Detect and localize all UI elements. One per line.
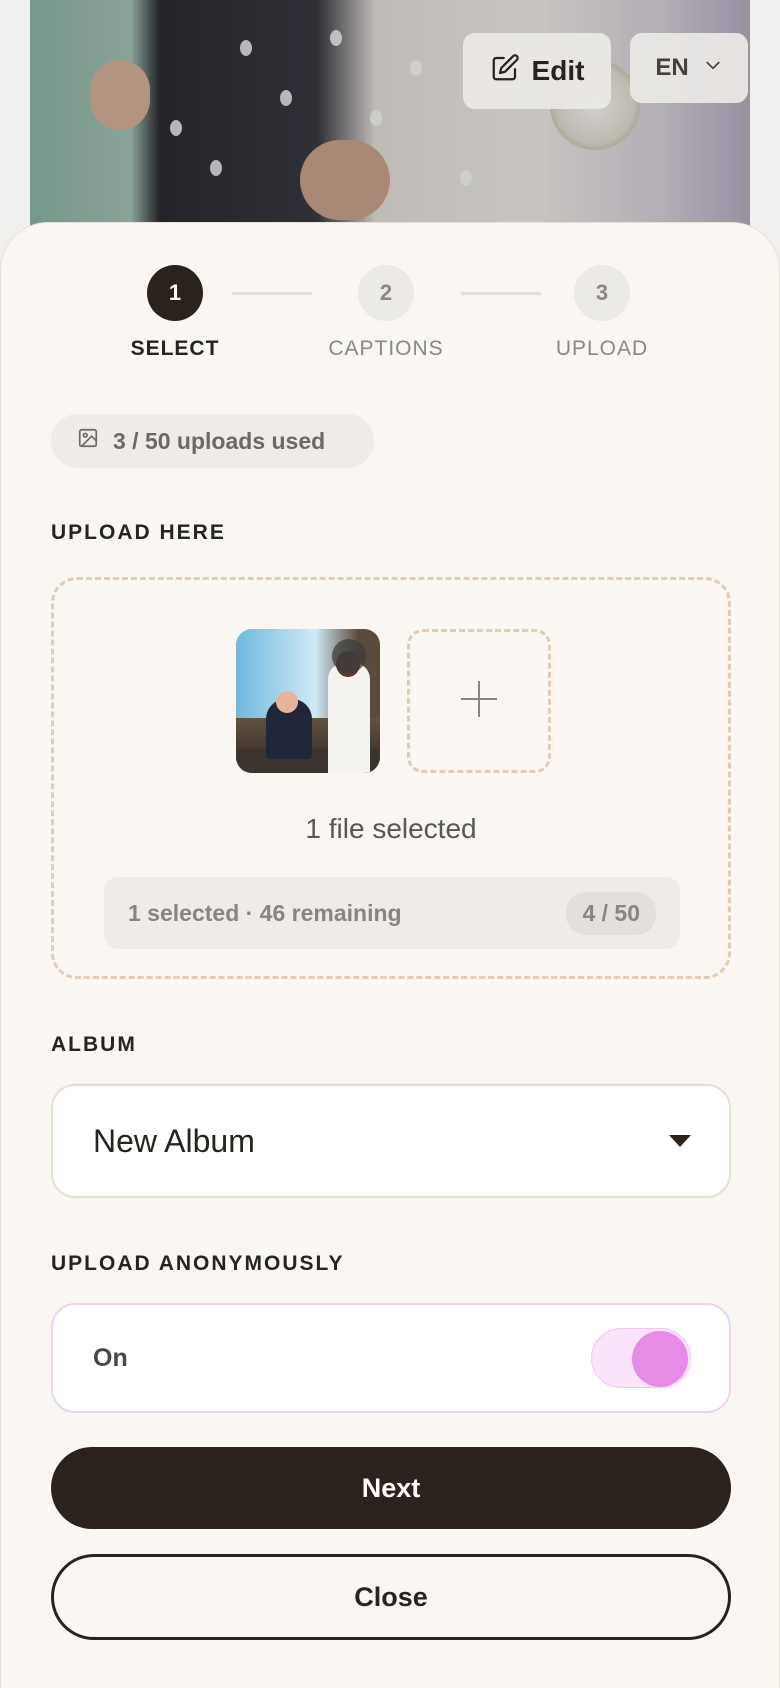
- caret-down-icon: [669, 1135, 691, 1147]
- step-3-indicator: 3: [574, 265, 630, 321]
- language-selector[interactable]: EN: [630, 33, 748, 103]
- step-number: 2: [379, 280, 393, 305]
- remaining-text: 1 selected · 46 remaining: [128, 899, 402, 926]
- close-button[interactable]: Close: [51, 1554, 731, 1640]
- step-1-label: SELECT: [130, 337, 220, 360]
- step-1-indicator: 1: [147, 265, 203, 321]
- step-3-label: UPLOAD: [555, 337, 649, 360]
- toggle-knob: [632, 1331, 688, 1387]
- anonymous-section-label: UPLOAD ANONYMOUSLY: [51, 1252, 345, 1275]
- selected-photo-thumbnail[interactable]: [236, 629, 380, 773]
- image-icon: [77, 427, 99, 455]
- add-photo-button[interactable]: [407, 629, 551, 773]
- plus-icon: [459, 679, 499, 723]
- uploads-used-badge: 3 / 50 uploads used: [51, 414, 374, 468]
- next-button[interactable]: Next: [51, 1447, 731, 1529]
- album-section-label: ALBUM: [51, 1033, 137, 1056]
- edit-icon: [490, 53, 520, 90]
- chevron-down-icon: [703, 54, 723, 82]
- upload-sheet: 1 2 3 SELECT CAPTIONS UPLOAD 3 / 50 uplo…: [0, 222, 780, 1688]
- remaining-status-bar: 1 selected · 46 remaining 4 / 50: [104, 877, 680, 949]
- step-2-indicator: 2: [358, 265, 414, 321]
- step-connector: [232, 292, 312, 295]
- step-number: 1: [168, 280, 182, 305]
- selection-indicator[interactable]: [332, 639, 366, 673]
- step-number: 3: [595, 280, 609, 305]
- upload-count-badge: 4 / 50: [566, 891, 656, 935]
- step-connector: [461, 292, 541, 295]
- edit-button[interactable]: Edit: [463, 33, 611, 109]
- edit-label: Edit: [531, 55, 585, 86]
- language-label: EN: [655, 54, 689, 81]
- uploads-used-text: 3 / 50 uploads used: [113, 427, 326, 454]
- upload-section-label: UPLOAD HERE: [51, 521, 226, 544]
- thumbnail-detail: [328, 663, 370, 773]
- stepper: 1 2 3 SELECT CAPTIONS UPLOAD: [1, 223, 780, 373]
- album-selected-value: New Album: [93, 1122, 255, 1159]
- upload-dropzone[interactable]: 1 file selected 1 selected · 46 remainin…: [51, 577, 731, 979]
- thumbnail-detail: [276, 691, 298, 713]
- album-select[interactable]: New Album: [51, 1084, 731, 1198]
- anonymous-toggle-row[interactable]: On: [51, 1303, 731, 1413]
- step-2-label: CAPTIONS: [328, 337, 444, 360]
- anonymous-toggle-switch[interactable]: [591, 1328, 691, 1388]
- anonymous-state-label: On: [93, 1343, 128, 1372]
- files-selected-text: 1 file selected: [305, 813, 477, 844]
